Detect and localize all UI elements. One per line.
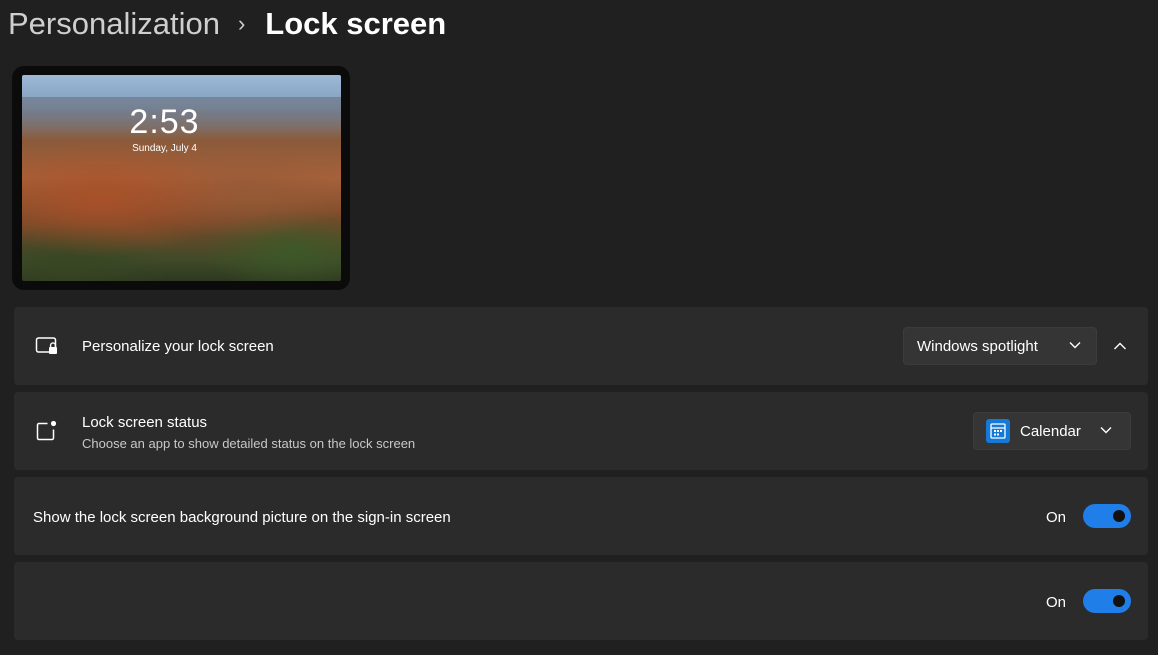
lock-screen-status-label: Lock screen status	[82, 414, 208, 431]
signin-background-card: Show the lock screen background picture …	[14, 477, 1148, 555]
preview-date: Sunday, July 4	[132, 143, 197, 154]
chevron-down-icon	[1069, 342, 1081, 349]
personalize-lock-screen-label: Personalize your lock screen	[82, 338, 274, 355]
breadcrumb: Personalization › Lock screen	[8, 4, 446, 44]
extra-toggle-card: On	[14, 562, 1148, 640]
collapse-chevron-up-icon[interactable]	[1110, 336, 1130, 356]
lock-screen-status-dropdown[interactable]: Calendar	[973, 412, 1131, 450]
personalize-lock-screen-card[interactable]: Personalize your lock screen Windows spo…	[14, 307, 1148, 385]
lock-screen-background-value: Windows spotlight	[917, 337, 1038, 355]
lock-screen-status-description: Choose an app to show detailed status on…	[82, 436, 416, 451]
breadcrumb-separator: ›	[237, 11, 246, 36]
toggle-knob	[1113, 510, 1125, 522]
chevron-down-icon	[1100, 427, 1112, 434]
status-icon	[35, 419, 59, 443]
lock-screen-icon	[35, 334, 59, 358]
lock-screen-background-dropdown[interactable]: Windows spotlight	[903, 327, 1097, 365]
lock-screen-status-card[interactable]: Lock screen status Choose an app to show…	[14, 392, 1148, 470]
extra-toggle-state: On	[1046, 594, 1067, 611]
lock-screen-status-value: Calendar	[1020, 422, 1081, 440]
extra-toggle[interactable]	[1083, 589, 1131, 613]
calendar-icon	[986, 419, 1010, 443]
page-title: Lock screen	[265, 6, 447, 41]
lock-screen-preview-image: 2:53 Sunday, July 4	[22, 75, 341, 281]
preview-time: 2:53	[129, 103, 200, 141]
toggle-knob	[1113, 595, 1125, 607]
signin-background-state: On	[1046, 509, 1067, 526]
lock-screen-preview: 2:53 Sunday, July 4	[12, 66, 350, 290]
breadcrumb-personalization-link[interactable]: Personalization	[8, 6, 220, 42]
signin-background-toggle[interactable]	[1083, 504, 1131, 528]
signin-background-label: Show the lock screen background picture …	[33, 509, 451, 526]
